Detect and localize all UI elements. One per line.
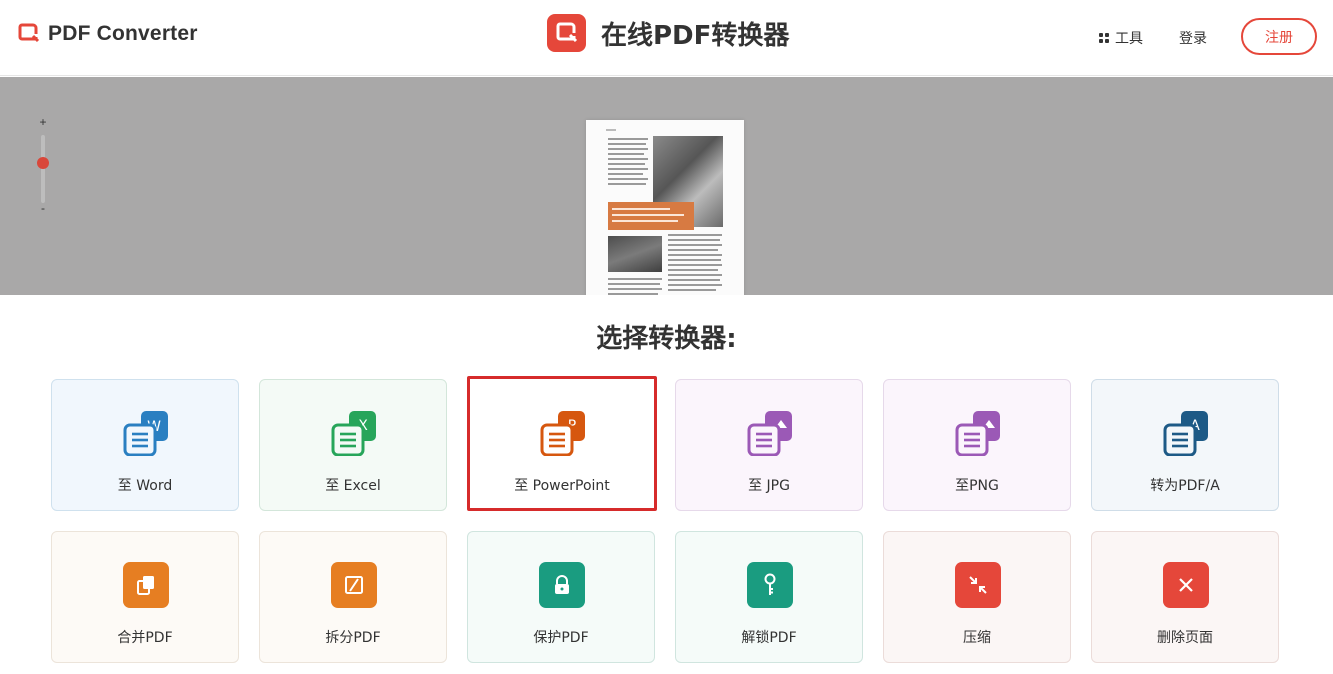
png-icon bbox=[955, 410, 1001, 457]
tool-card-merge-pdf[interactable]: 合并PDF bbox=[51, 531, 239, 663]
zoom-slider[interactable]: + - bbox=[36, 115, 50, 215]
tool-card-protect-pdf[interactable]: 保护PDF bbox=[467, 531, 655, 663]
merge-icon bbox=[123, 562, 169, 608]
tool-label: 删除页面 bbox=[1157, 630, 1213, 646]
powerpoint-icon: P bbox=[540, 410, 586, 457]
tool-label: 至 JPG bbox=[748, 478, 790, 494]
split-icon bbox=[331, 562, 377, 608]
grid-icon bbox=[1099, 33, 1109, 43]
word-icon: W bbox=[123, 410, 169, 457]
compress-icon bbox=[955, 562, 1001, 608]
tool-label: 转为PDF/A bbox=[1150, 478, 1220, 494]
tool-card-to-pdfa[interactable]: A 转为PDF/A bbox=[1091, 379, 1279, 511]
tool-label: 至 PowerPoint bbox=[514, 478, 610, 494]
tool-label: 解锁PDF bbox=[741, 630, 797, 646]
zoom-handle[interactable] bbox=[37, 157, 49, 169]
brand-name: PDF Converter bbox=[48, 22, 198, 45]
site-logo-icon bbox=[547, 14, 586, 52]
register-button[interactable]: 注册 bbox=[1241, 18, 1317, 55]
document-thumbnail bbox=[586, 120, 744, 295]
nav-tools-menu[interactable]: 工具 bbox=[1099, 28, 1143, 48]
section-title: 选择转换器: bbox=[596, 324, 737, 354]
tool-card-unlock-pdf[interactable]: 解锁PDF bbox=[675, 531, 863, 663]
zoom-in-button[interactable]: + bbox=[36, 115, 50, 129]
zoom-track[interactable] bbox=[41, 135, 45, 203]
delete-icon bbox=[1163, 562, 1209, 608]
key-icon bbox=[747, 562, 793, 608]
document-preview-area: + - bbox=[0, 77, 1333, 295]
tool-label: 合并PDF bbox=[117, 630, 173, 646]
brand-logo-link[interactable]: PDF Converter bbox=[18, 22, 198, 46]
tool-card-compress[interactable]: 压缩 bbox=[883, 531, 1071, 663]
tool-label: 至 Word bbox=[117, 478, 173, 494]
tool-card-to-excel[interactable]: X 至 Excel bbox=[259, 379, 447, 511]
excel-icon: X bbox=[331, 410, 377, 457]
tool-card-to-word[interactable]: W 至 Word bbox=[51, 379, 239, 511]
tool-card-to-png[interactable]: 至PNG bbox=[883, 379, 1071, 511]
login-link[interactable]: 登录 bbox=[1179, 28, 1207, 48]
tool-card-to-powerpoint[interactable]: P 至 PowerPoint bbox=[467, 376, 657, 511]
tool-card-split-pdf[interactable]: 拆分PDF bbox=[259, 531, 447, 663]
tool-card-delete-pages[interactable]: 删除页面 bbox=[1091, 531, 1279, 663]
tool-label: 保护PDF bbox=[533, 630, 589, 646]
zoom-out-button[interactable]: - bbox=[36, 201, 50, 215]
thumbnail-highlight-box bbox=[608, 202, 694, 230]
jpg-icon bbox=[747, 410, 793, 457]
tool-card-to-jpg[interactable]: 至 JPG bbox=[675, 379, 863, 511]
tool-label: 拆分PDF bbox=[325, 630, 381, 646]
tool-label: 压缩 bbox=[963, 630, 991, 646]
nav-tools-label: 工具 bbox=[1115, 31, 1143, 47]
site-title-text: 在线PDF转换器 bbox=[601, 20, 790, 51]
brand-logo-icon bbox=[18, 23, 40, 45]
tool-label: 至PNG bbox=[955, 478, 999, 494]
site-title: 在线PDF转换器 bbox=[547, 14, 789, 52]
pdfa-icon: A bbox=[1163, 410, 1209, 457]
thumbnail-photo bbox=[608, 236, 662, 272]
lock-icon bbox=[539, 562, 585, 608]
tool-label: 至 Excel bbox=[325, 478, 381, 494]
header: PDF Converter 在线PDF转换器 工具 登录 注册 bbox=[0, 0, 1333, 76]
